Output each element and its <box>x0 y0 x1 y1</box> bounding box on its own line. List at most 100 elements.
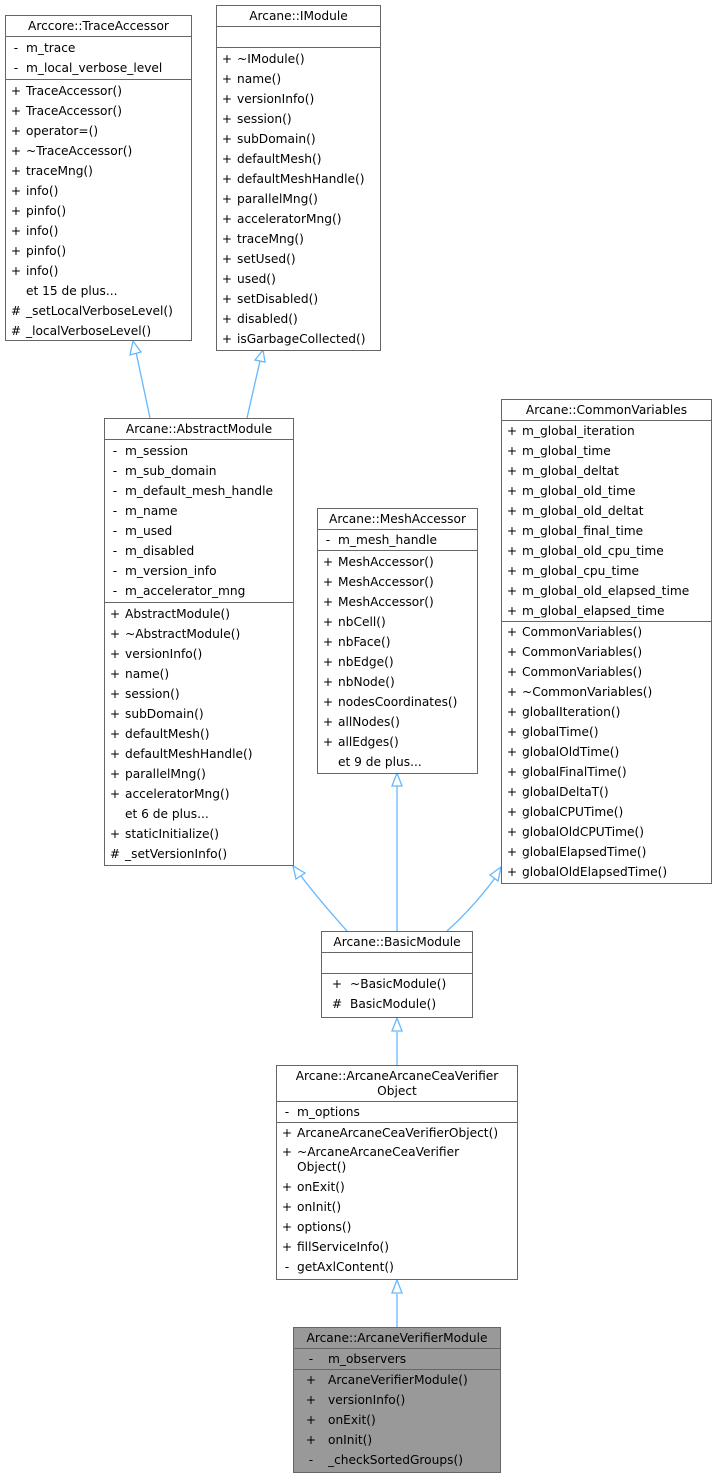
more-members-label[interactable]: et 15 de plus... <box>26 281 117 301</box>
more-members-label[interactable]: et 6 de plus... <box>125 804 209 824</box>
method-name: onInit() <box>297 1200 342 1214</box>
attributes-section: - m_mesh_handle <box>318 530 477 551</box>
method-row: + defaultMeshHandle() <box>105 744 293 764</box>
class-node-trace-accessor[interactable]: Arccore::TraceAccessor - m_trace - m_local… <box>5 15 192 341</box>
method-name: nbEdge() <box>338 655 394 669</box>
method-row: + MeshAccessor() <box>318 572 477 592</box>
attribute-row: - m_session <box>105 441 293 461</box>
visibility-marker: + <box>506 444 518 458</box>
method-name: onExit() <box>328 1413 376 1427</box>
more-members-row[interactable]: et 15 de plus... <box>6 281 191 301</box>
attribute-name: m_global_deltat <box>522 464 619 478</box>
attribute-name: m_sub_domain <box>125 464 217 478</box>
method-name: ~ArcaneArcaneCeaVerifier Object() <box>297 1145 460 1174</box>
arrowhead-basicmodule <box>391 1016 403 1032</box>
class-node-basic-module[interactable]: Arcane::BasicModule + ~BasicModule() # Bas… <box>321 931 473 1018</box>
attribute-name: m_global_iteration <box>522 424 635 438</box>
visibility-marker: + <box>506 665 518 679</box>
attributes-section <box>322 953 472 974</box>
method-row: + parallelMng() <box>217 189 380 209</box>
visibility-marker: + <box>109 787 121 801</box>
visibility-marker: + <box>281 1145 293 1159</box>
visibility-marker: + <box>506 524 518 538</box>
method-row: + options() <box>277 1217 517 1237</box>
method-row: + globalTime() <box>502 722 711 742</box>
method-row: + isGarbageCollected() <box>217 329 380 349</box>
visibility-marker: + <box>506 625 518 639</box>
attribute-row: - m_trace <box>6 38 191 58</box>
method-name: CommonVariables() <box>522 665 643 679</box>
class-node-cea-verifier-object[interactable]: Arcane::ArcaneArcaneCeaVerifier Object -… <box>276 1065 518 1280</box>
visibility-marker: - <box>112 564 118 578</box>
attribute-name: m_global_time <box>522 444 611 458</box>
visibility-marker: + <box>506 584 518 598</box>
method-row: # _localVerboseLevel() <box>6 321 191 341</box>
method-row: + session() <box>217 109 380 129</box>
visibility-marker: - <box>284 1260 290 1274</box>
method-name: setDisabled() <box>237 292 319 306</box>
arrowhead-meshaccessor <box>391 771 403 787</box>
class-node-imodule[interactable]: Arcane::IModule + ~IModule() + name() + ver… <box>216 5 381 351</box>
method-row: + nbEdge() <box>318 652 477 672</box>
visibility-marker: + <box>322 695 334 709</box>
visibility-marker: + <box>322 735 334 749</box>
visibility-marker: + <box>221 192 233 206</box>
method-row: + CommonVariables() <box>502 622 711 642</box>
method-row: + pinfo() <box>6 201 191 221</box>
visibility-marker: + <box>109 827 121 841</box>
methods-section: + ArcaneVerifierModule() + versionInfo() +… <box>294 1370 500 1470</box>
class-node-verifier-module[interactable]: Arcane::ArcaneVerifierModule - m_observer… <box>293 1327 501 1473</box>
method-row: + CommonVariables() <box>502 662 711 682</box>
class-title: Arcane::MeshAccessor <box>318 509 477 530</box>
attribute-name: m_local_verbose_level <box>26 61 163 75</box>
attribute-row: - m_version_info <box>105 561 293 581</box>
methods-section: + ~BasicModule() # BasicModule() <box>322 974 472 1014</box>
visibility-marker: + <box>506 825 518 839</box>
class-node-common-variables[interactable]: Arcane::CommonVariables + m_global_iterat… <box>501 399 712 884</box>
more-members-label[interactable]: et 9 de plus... <box>338 752 422 772</box>
method-name: MeshAccessor() <box>338 595 434 609</box>
visibility-marker: - <box>284 1105 290 1119</box>
attribute-row: + m_global_old_elapsed_time <box>502 581 711 601</box>
visibility-marker: + <box>221 212 233 226</box>
method-name: name() <box>125 667 170 681</box>
method-row: + ~TraceAccessor() <box>6 141 191 161</box>
methods-section: + CommonVariables() + CommonVariables() + C… <box>502 622 711 882</box>
class-title: Arcane::BasicModule <box>322 932 472 953</box>
visibility-marker: + <box>221 172 233 186</box>
class-node-mesh-accessor[interactable]: Arcane::MeshAccessor - m_mesh_handle + Mes… <box>317 508 478 774</box>
class-title: Arcane::ArcaneArcaneCeaVerifier Object <box>277 1066 517 1102</box>
method-name: allEdges() <box>338 735 399 749</box>
method-row: + globalFinalTime() <box>502 762 711 782</box>
more-members-row[interactable]: et 9 de plus... <box>318 752 477 772</box>
visibility-marker: + <box>10 124 22 138</box>
method-row: + info() <box>6 221 191 241</box>
more-members-row[interactable]: et 6 de plus... <box>105 804 293 824</box>
arrowhead-imodule <box>253 348 266 363</box>
method-name: _checkSortedGroups() <box>328 1453 463 1467</box>
method-row: + globalCPUTime() <box>502 802 711 822</box>
method-name: info() <box>26 264 59 278</box>
visibility-marker: + <box>10 204 22 218</box>
attribute-name: m_mesh_handle <box>338 533 438 547</box>
method-name: allNodes() <box>338 715 400 729</box>
visibility-marker: + <box>506 845 518 859</box>
method-row: + ~AbstractModule() <box>105 624 293 644</box>
method-row: + versionInfo() <box>294 1390 500 1410</box>
edge-abstractmodule-traceaccessor <box>135 351 151 419</box>
visibility-marker: + <box>281 1126 293 1140</box>
method-name: ~AbstractModule() <box>125 627 241 641</box>
method-row: + ArcaneArcaneCeaVerifierObject() <box>277 1123 517 1143</box>
visibility-marker: + <box>506 504 518 518</box>
method-name: versionInfo() <box>125 647 203 661</box>
method-name: acceleratorMng() <box>237 212 342 226</box>
visibility-marker: + <box>10 144 22 158</box>
method-name: defaultMeshHandle() <box>237 172 365 186</box>
attribute-row: + m_global_time <box>502 441 711 461</box>
methods-section: + MeshAccessor() + MeshAccessor() + MeshAcc… <box>318 551 477 773</box>
edge-basicmodule-commonvariables <box>446 877 496 932</box>
method-row: - _checkSortedGroups() <box>294 1450 500 1470</box>
method-row: + globalElapsedTime() <box>502 842 711 862</box>
visibility-marker <box>105 804 125 824</box>
class-node-abstract-module[interactable]: Arcane::AbstractModule - m_session - m_sub… <box>104 418 294 866</box>
